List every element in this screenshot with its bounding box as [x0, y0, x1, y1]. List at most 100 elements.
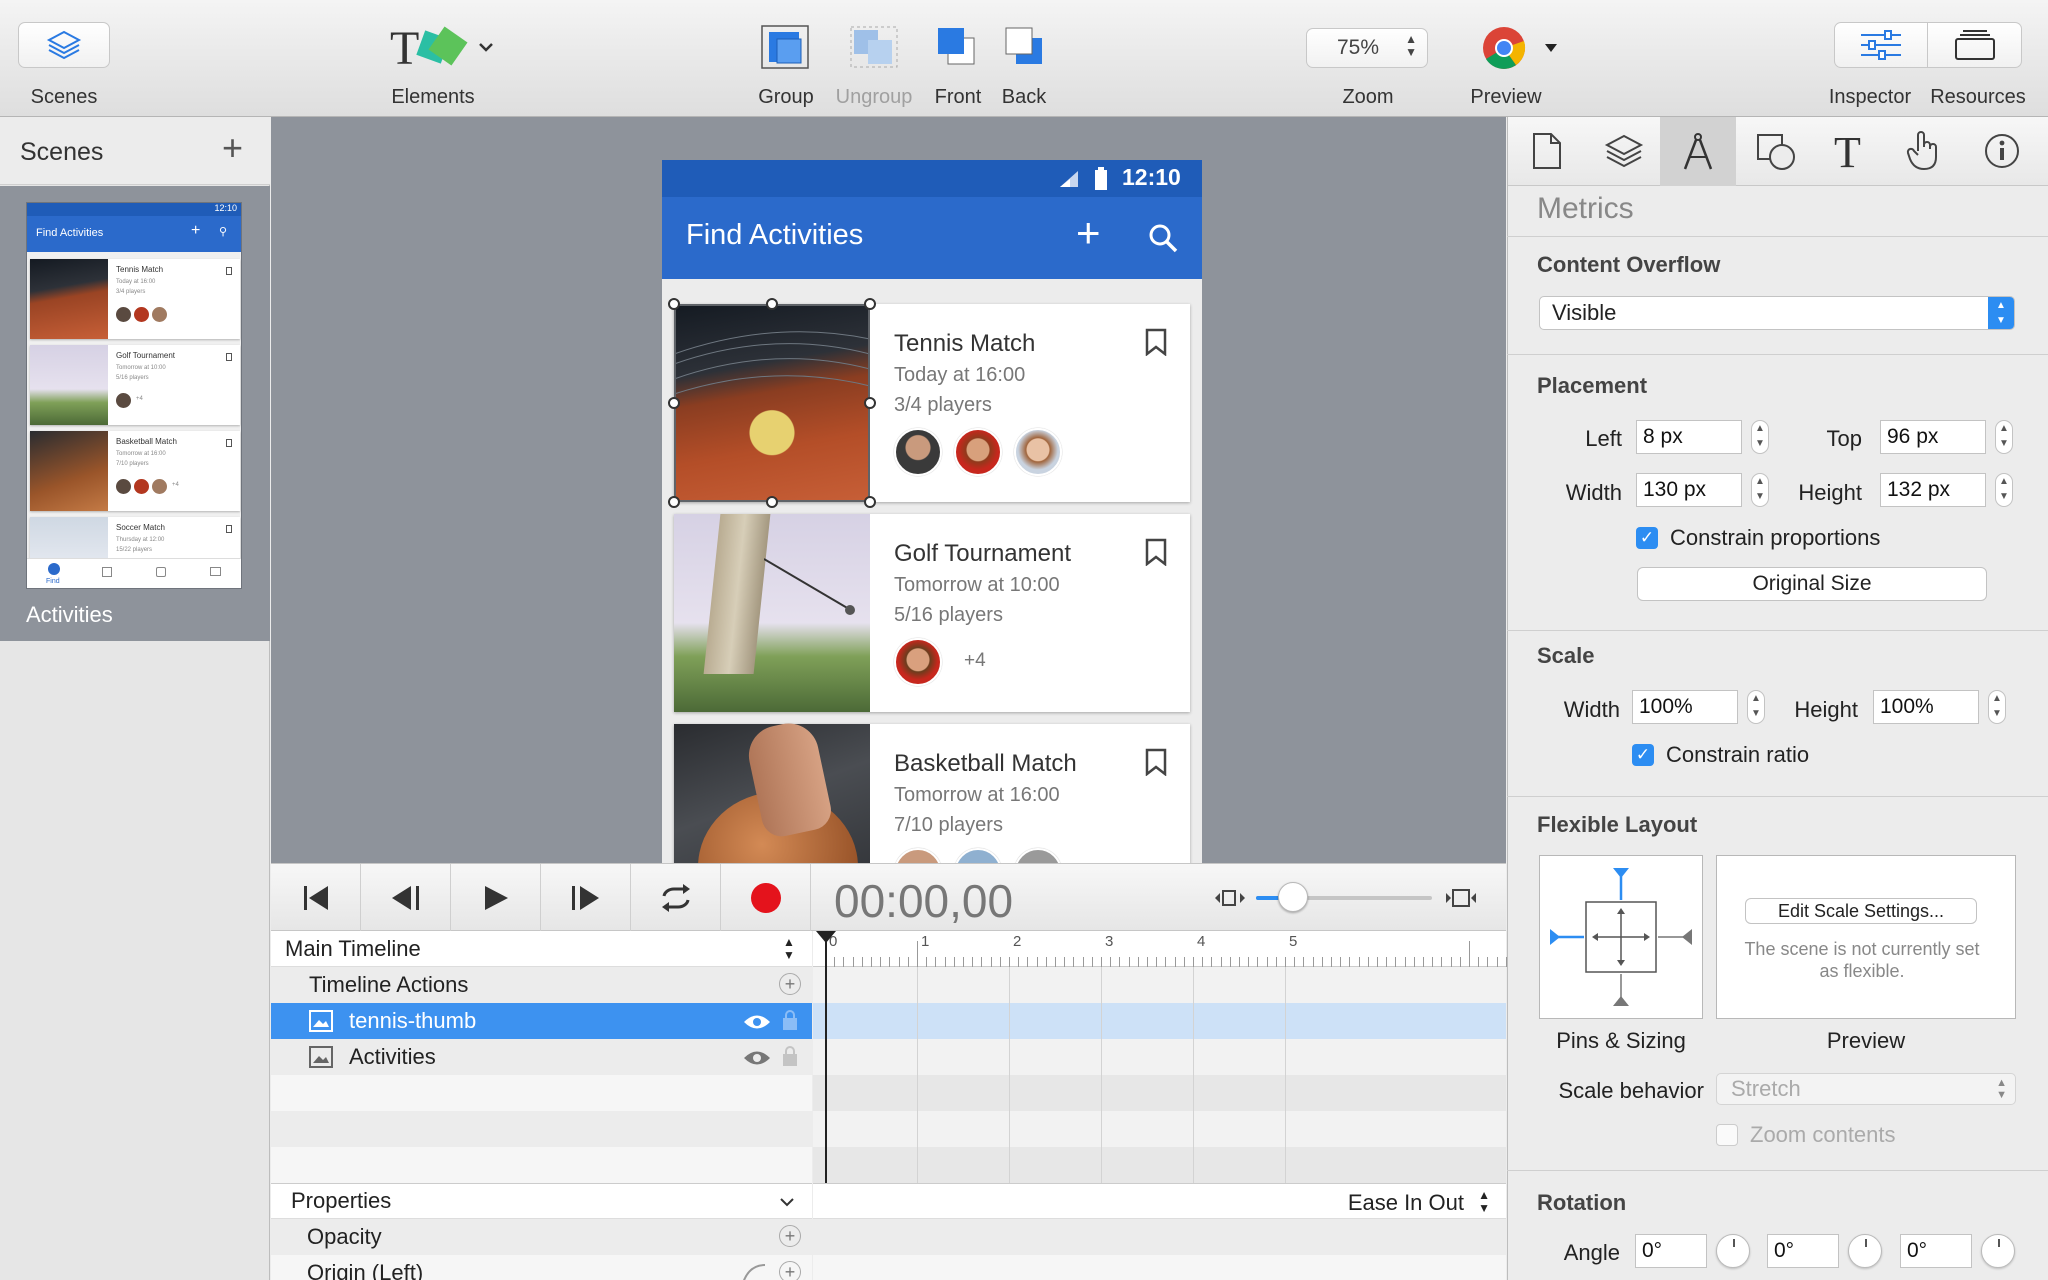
layer-row[interactable]: Activities	[271, 1039, 812, 1075]
easing-row[interactable]: Ease In Out ▲ ▼	[813, 1183, 1506, 1219]
bookmark-icon[interactable]	[1144, 328, 1168, 356]
resize-handle[interactable]	[668, 298, 680, 310]
property-row-opacity[interactable]: Opacity +	[271, 1219, 812, 1255]
info-icon[interactable]	[1984, 133, 2020, 169]
eye-icon[interactable]	[743, 1013, 771, 1031]
tennis-thumb-image[interactable]	[674, 304, 870, 502]
add-action-icon[interactable]: +	[779, 973, 801, 995]
constrain-ratio-checkbox[interactable]: ✓	[1632, 744, 1654, 766]
avatar	[1014, 428, 1062, 476]
add-scene-icon[interactable]: +	[222, 127, 243, 169]
step-forward-button[interactable]	[541, 864, 631, 931]
ruler-label: 4	[1197, 933, 1206, 950]
scale-height-input[interactable]: 100%	[1873, 690, 1979, 724]
angle-x-input[interactable]: 0°	[1635, 1234, 1707, 1268]
toolbar: Scenes T Elements Group Ungroup Front Ba…	[0, 0, 2048, 117]
original-size-button[interactable]: Original Size	[1637, 567, 1987, 601]
lock-icon[interactable]	[781, 1009, 799, 1031]
layers-icon[interactable]	[1604, 133, 1644, 169]
width-input[interactable]: 130 px	[1636, 473, 1742, 507]
document-icon[interactable]	[1532, 132, 1562, 170]
layer-row-selected[interactable]: tennis-thumb	[271, 1003, 812, 1039]
scene-item-activities[interactable]: 12:10 Find Activities + ⚲ Tennis Match To…	[0, 186, 270, 641]
height-input[interactable]: 132 px	[1880, 473, 1986, 507]
scenes-toggle-button[interactable]	[18, 22, 110, 68]
resize-handle[interactable]	[864, 496, 876, 508]
add-keyframe-icon[interactable]: +	[779, 1261, 801, 1280]
width-stepper[interactable]: ▲ ▼	[1751, 473, 1769, 507]
left-stepper[interactable]: ▲ ▼	[1751, 420, 1769, 454]
playhead-marker-icon[interactable]	[816, 931, 836, 945]
add-keyframe-icon[interactable]: +	[779, 1225, 801, 1247]
scale-behavior-select[interactable]: Stretch ▲ ▼	[1716, 1073, 2016, 1105]
ruler-tick	[1469, 941, 1470, 967]
zoom-select[interactable]: 75% ▲ ▼	[1306, 28, 1428, 68]
lock-icon[interactable]	[781, 1045, 799, 1067]
activity-card-tennis[interactable]: Tennis Match Today at 16:00 3/4 players	[668, 298, 1190, 508]
bookmark-icon[interactable]	[1144, 748, 1168, 776]
main-timeline-select[interactable]: Main Timeline ▲ ▼	[271, 931, 812, 967]
resize-handle[interactable]	[766, 298, 778, 310]
record-button[interactable]	[721, 864, 811, 931]
top-stepper[interactable]: ▲ ▼	[1995, 420, 2013, 454]
main-timeline-label: Main Timeline	[285, 935, 421, 961]
angle-y-input[interactable]: 0°	[1767, 1234, 1839, 1268]
group-button[interactable]	[757, 22, 813, 72]
pins-sizing-widget[interactable]	[1539, 855, 1703, 1019]
activity-card-basketball[interactable]: Basketball Match Tomorrow at 16:00 7/10 …	[674, 717, 1190, 863]
angle-x-dial[interactable]	[1716, 1234, 1750, 1268]
stepper-icon: ▲ ▼	[1988, 297, 2014, 329]
ungroup-button[interactable]	[846, 22, 902, 72]
preview-button[interactable]	[1480, 24, 1560, 72]
thumb-status-bar: 12:10	[27, 203, 241, 216]
resize-handle[interactable]	[864, 397, 876, 409]
angle-y-dial[interactable]	[1848, 1234, 1882, 1268]
resources-toggle-button[interactable]	[1928, 22, 2022, 68]
resize-handle[interactable]	[668, 496, 680, 508]
front-button[interactable]	[934, 24, 978, 68]
ruler-tick	[1138, 957, 1139, 967]
properties-header[interactable]: Properties	[271, 1183, 812, 1219]
zoom-contents-checkbox[interactable]	[1716, 1124, 1738, 1146]
content-overflow-select[interactable]: Visible ▲ ▼	[1539, 296, 2015, 330]
play-button[interactable]	[451, 864, 541, 931]
height-stepper[interactable]: ▲ ▼	[1995, 473, 2013, 507]
bookmark-icon[interactable]	[1144, 538, 1168, 566]
scale-width-stepper[interactable]: ▲ ▼	[1747, 690, 1765, 724]
inspector-toggle-button[interactable]	[1834, 22, 1928, 68]
scale-width-input[interactable]: 100%	[1632, 690, 1738, 724]
playhead[interactable]	[825, 931, 827, 1183]
loop-button[interactable]	[631, 864, 721, 931]
timeline-actions-row[interactable]: Timeline Actions +	[271, 967, 812, 1003]
activity-card-golf[interactable]: Golf Tournament Tomorrow at 10:00 5/16 p…	[674, 514, 1190, 712]
angle-z-input[interactable]: 0°	[1900, 1234, 1972, 1268]
ruler-tick	[1423, 957, 1424, 967]
time-zoom-knob[interactable]	[1278, 882, 1308, 912]
elements-button[interactable]: T	[390, 20, 500, 76]
scale-height-stepper[interactable]: ▲ ▼	[1988, 690, 2006, 724]
zoom-in-time-icon[interactable]	[1443, 884, 1479, 912]
constrain-proportions-checkbox[interactable]: ✓	[1636, 527, 1658, 549]
property-row-origin[interactable]: Origin (Left) +	[271, 1255, 812, 1280]
angle-z-dial[interactable]	[1981, 1234, 2015, 1268]
zoom-out-time-icon[interactable]	[1213, 884, 1247, 912]
shapes-icon[interactable]	[1756, 133, 1798, 171]
go-to-start-button[interactable]	[271, 864, 361, 931]
search-icon[interactable]	[1148, 223, 1178, 253]
edit-scale-settings-button[interactable]: Edit Scale Settings...	[1745, 898, 1977, 924]
text-tab-icon[interactable]: T	[1834, 127, 1861, 178]
left-input[interactable]: 8 px	[1636, 420, 1742, 454]
step-back-button[interactable]	[361, 864, 451, 931]
hand-pointer-icon[interactable]	[1906, 129, 1942, 171]
top-input[interactable]: 96 px	[1880, 420, 1986, 454]
tab-metrics[interactable]	[1660, 117, 1736, 186]
content-overflow-value: Visible	[1552, 300, 1617, 325]
back-button[interactable]	[1002, 24, 1046, 68]
resize-handle[interactable]	[864, 298, 876, 310]
resize-handle[interactable]	[668, 397, 680, 409]
basketball-image	[674, 717, 870, 863]
resize-handle[interactable]	[766, 496, 778, 508]
eye-icon[interactable]	[743, 1049, 771, 1067]
add-icon[interactable]: +	[1076, 209, 1101, 257]
svg-text:T: T	[390, 22, 419, 75]
